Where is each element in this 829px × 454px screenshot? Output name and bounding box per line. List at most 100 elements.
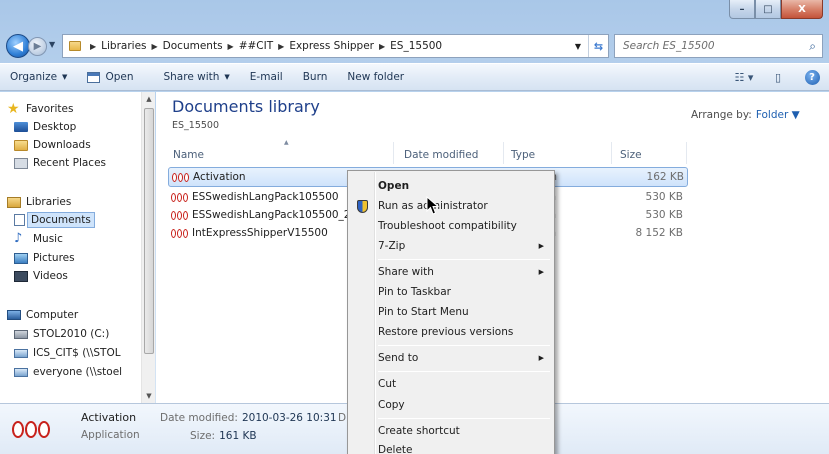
libraries-icon [7,196,21,208]
network-drive-icon [14,367,28,377]
view-controls: ☷ ▾ ▯ ? [727,64,829,90]
details-size: Size: 161 KB [190,430,257,442]
column-divider[interactable] [611,142,612,164]
breadcrumb-documents[interactable]: Documents [163,40,223,52]
details-date-modified: Date modified: 2010-03-26 10:31 [160,412,337,424]
share-with-button[interactable]: Share with ▼ [153,71,239,83]
column-name[interactable]: Name [173,145,204,165]
menu-pin-to-taskbar[interactable]: Pin to Taskbar [350,282,552,302]
application-icon [87,71,101,83]
nav-drive-c[interactable]: STOL2010 (C:) [14,325,109,343]
breadcrumb-libraries[interactable]: Libraries [101,40,146,52]
address-history-dropdown[interactable]: ▼ [570,35,586,57]
refresh-icon[interactable]: ⇆ [588,35,608,57]
breadcrumb-express-shipper[interactable]: Express Shipper [289,40,374,52]
menu-create-shortcut[interactable]: Create shortcut [350,421,552,441]
desktop-icon [14,122,28,132]
email-button[interactable]: E-mail [240,71,293,83]
breadcrumb[interactable]: ▶ Libraries ▶ Documents ▶ ##CIT ▶ Expres… [62,34,609,58]
context-menu: Open Run as administrator Troubleshoot c… [347,170,555,454]
chevron-right-icon[interactable]: ▶ [278,42,284,51]
search-icon[interactable]: ⌕ [809,39,816,54]
nav-music[interactable]: ♪ Music [14,230,63,248]
menu-troubleshoot-compatibility[interactable]: Troubleshoot compatibility [350,216,552,236]
chevron-right-icon[interactable]: ▶ [379,42,385,51]
column-date-modified[interactable]: Date modified [404,145,478,165]
column-type[interactable]: Type [511,145,535,165]
nav-network-everyone[interactable]: everyone (\\stoel [14,363,122,381]
back-button[interactable]: ◀ [6,34,30,58]
column-size[interactable]: Size [620,145,642,165]
help-button[interactable]: ? [795,64,829,90]
menu-7zip[interactable]: 7-Zip ▶ [350,236,552,256]
menu-pin-to-start-menu[interactable]: Pin to Start Menu [350,302,552,322]
menu-separator [378,371,550,372]
column-divider[interactable] [503,142,504,164]
nav-computer[interactable]: Computer [7,306,78,324]
nav-videos[interactable]: Videos [14,267,68,285]
menu-delete[interactable]: Delete [350,440,552,454]
column-divider[interactable] [686,142,687,164]
nav-libraries[interactable]: Libraries [7,193,71,211]
menu-send-to[interactable]: Send to ▶ [350,348,552,368]
new-folder-button[interactable]: New folder [337,71,414,83]
breadcrumb-es-15500[interactable]: ES_15500 [390,40,442,52]
menu-copy[interactable]: Copy [350,395,552,415]
column-divider[interactable] [393,142,394,164]
tnt-app-icon [12,421,50,438]
view-list-icon: ☷ ▾ [734,70,754,84]
recent-pages-dropdown[interactable]: ▼ [49,40,55,49]
view-options-button[interactable]: ☷ ▾ [727,64,761,90]
sort-ascending-icon: ▲ [284,139,289,146]
search-input[interactable]: Search ES_15500 ⌕ [614,34,823,58]
chevron-right-icon[interactable]: ▶ [152,42,158,51]
arrange-by-dropdown[interactable]: Folder ▼ [756,109,800,121]
tnt-app-icon [171,210,188,220]
scroll-up-icon[interactable]: ▲ [142,92,156,106]
organize-button[interactable]: Organize ▼ [0,71,77,83]
recent-places-icon [14,157,28,169]
menu-separator [378,259,550,260]
forward-button[interactable]: ▶ [28,37,47,56]
chevron-down-icon: ▼ [224,73,230,81]
command-bar: Organize ▼ Open Share with ▼ E-mail Burn N… [0,63,829,91]
nav-network-ics[interactable]: ICS_CIT$ (\\STOL [14,344,121,362]
nav-desktop[interactable]: Desktop [14,118,76,136]
uac-shield-icon [357,200,368,213]
nav-scrollbar[interactable]: ▲ ▼ [141,92,155,403]
menu-share-with[interactable]: Share with ▶ [350,262,552,282]
breadcrumb-cit[interactable]: ##CIT [239,40,273,52]
details-file-type: Application [81,429,140,441]
minimize-button[interactable]: – [729,0,755,19]
preview-pane-icon: ▯ [774,70,782,84]
address-row: ◀ ▶ ▼ ▶ Libraries ▶ Documents ▶ ##CIT ▶ … [0,32,829,60]
star-icon: ★ [7,101,20,117]
open-button[interactable]: Open [77,71,143,83]
nav-documents[interactable]: Documents [14,211,95,229]
details-file-name: Activation [81,411,137,424]
close-button[interactable]: X [781,0,823,19]
chevron-right-icon[interactable]: ▶ [90,42,96,51]
nav-downloads[interactable]: Downloads [14,136,91,154]
burn-button[interactable]: Burn [293,71,338,83]
preview-pane-button[interactable]: ▯ [761,64,795,90]
network-drive-icon [14,348,28,358]
scroll-down-icon[interactable]: ▼ [142,389,156,403]
menu-open[interactable]: Open [350,176,552,196]
nav-favorites[interactable]: ★ Favorites [7,100,73,118]
videos-icon [14,270,28,282]
nav-recent-places[interactable]: Recent Places [14,154,106,172]
tnt-app-icon [171,192,188,202]
maximize-button[interactable]: □ [755,0,781,19]
pictures-icon [14,252,28,264]
library-subtitle: ES_15500 [172,120,220,131]
menu-restore-previous-versions[interactable]: Restore previous versions [350,322,552,342]
submenu-arrow-icon: ▶ [538,242,544,250]
arrow-right-icon: ▶ [33,41,42,52]
search-placeholder: Search ES_15500 [623,40,715,52]
menu-run-as-administrator[interactable]: Run as administrator [350,196,552,216]
nav-pictures[interactable]: Pictures [14,249,75,267]
scrollbar-thumb[interactable] [144,108,154,354]
menu-cut[interactable]: Cut [350,374,552,394]
chevron-right-icon[interactable]: ▶ [228,42,234,51]
